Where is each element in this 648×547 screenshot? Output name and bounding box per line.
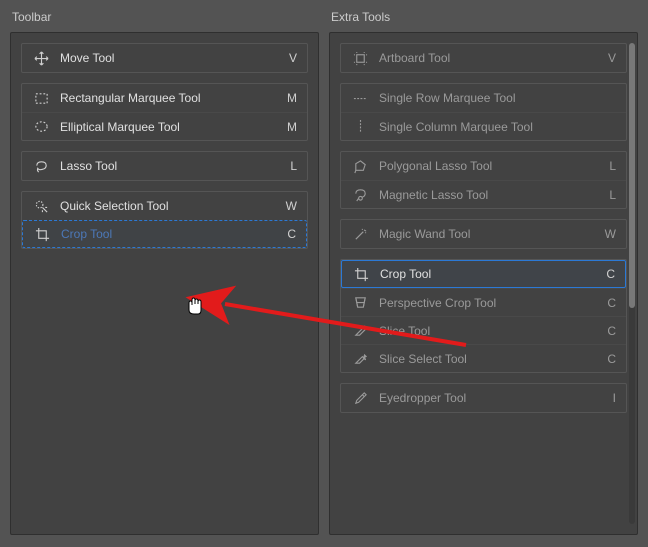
mag-lasso-icon — [351, 187, 369, 203]
tool-single-col[interactable]: Single Column Marquee Tool — [341, 112, 626, 140]
tool-lasso[interactable]: Lasso ToolL — [22, 152, 307, 180]
tool-group: Quick Selection ToolWCrop ToolC — [21, 191, 308, 249]
toolbar-column: Toolbar Move ToolV Rectangular Marquee To… — [10, 8, 319, 535]
tool-shortcut: C — [598, 324, 616, 338]
tool-label: Rectangular Marquee Tool — [60, 91, 279, 105]
tool-slice-select[interactable]: Slice Select ToolC — [341, 344, 626, 372]
tool-eyedropper[interactable]: Eyedropper ToolI — [341, 384, 626, 412]
artboard-icon — [351, 50, 369, 66]
slice-icon — [351, 323, 369, 339]
tool-ellipse-marquee[interactable]: Elliptical Marquee ToolM — [22, 112, 307, 140]
tool-shortcut: C — [598, 296, 616, 310]
tool-group: Crop ToolCPerspective Crop ToolCSlice To… — [340, 259, 627, 373]
tool-group: Lasso ToolL — [21, 151, 308, 181]
tool-move[interactable]: Move ToolV — [22, 44, 307, 72]
eyedropper-icon — [351, 390, 369, 406]
tool-mag-lasso[interactable]: Magnetic Lasso ToolL — [341, 180, 626, 208]
tool-shortcut: C — [598, 352, 616, 366]
tool-group: Move ToolV — [21, 43, 308, 73]
tool-label: Crop Tool — [380, 267, 597, 281]
tool-poly-lasso[interactable]: Polygonal Lasso ToolL — [341, 152, 626, 180]
lasso-icon — [32, 158, 50, 174]
tool-group: Artboard ToolV — [340, 43, 627, 73]
quick-select-icon — [32, 198, 50, 214]
tool-shortcut: V — [598, 51, 616, 65]
tool-group: Single Row Marquee Tool Single Column Mar… — [340, 83, 627, 141]
tool-rect-marquee[interactable]: Rectangular Marquee ToolM — [22, 84, 307, 112]
tool-slice[interactable]: Slice ToolC — [341, 316, 626, 344]
rect-marquee-icon — [32, 90, 50, 106]
extra-tools-panel[interactable]: Artboard ToolVSingle Row Marquee ToolSin… — [329, 32, 638, 535]
tool-label: Lasso Tool — [60, 159, 279, 173]
ellipse-marquee-icon — [32, 119, 50, 135]
tool-label: Eyedropper Tool — [379, 391, 598, 405]
toolbar-panel[interactable]: Move ToolVRectangular Marquee ToolMEllip… — [10, 32, 319, 535]
tool-group: Magic Wand ToolW — [340, 219, 627, 249]
tool-group: Polygonal Lasso ToolLMagnetic Lasso Tool… — [340, 151, 627, 209]
toolbar-header: Toolbar — [10, 8, 319, 32]
crop-icon — [33, 226, 51, 242]
tool-shortcut: C — [278, 227, 296, 241]
tool-group: Rectangular Marquee ToolMElliptical Marq… — [21, 83, 308, 141]
single-col-icon — [351, 119, 369, 135]
tool-label: Elliptical Marquee Tool — [60, 120, 279, 134]
persp-crop-icon — [351, 295, 369, 311]
tool-shortcut: L — [598, 159, 616, 173]
tool-label: Magic Wand Tool — [379, 227, 598, 241]
tool-shortcut: W — [279, 199, 297, 213]
tool-persp-crop[interactable]: Perspective Crop ToolC — [341, 288, 626, 316]
tool-crop[interactable]: Crop ToolC — [22, 220, 307, 248]
extra-tools-header: Extra Tools — [329, 8, 638, 32]
tool-quick-select[interactable]: Quick Selection ToolW — [22, 192, 307, 220]
tool-label: Crop Tool — [61, 227, 278, 241]
tool-single-row[interactable]: Single Row Marquee Tool — [341, 84, 626, 112]
scrollbar[interactable] — [629, 43, 635, 524]
slice-select-icon — [351, 351, 369, 367]
move-icon — [32, 50, 50, 66]
tool-group: Eyedropper ToolI — [340, 383, 627, 413]
tool-shortcut: C — [597, 267, 615, 281]
tool-label: Single Row Marquee Tool — [379, 91, 598, 105]
tool-label: Perspective Crop Tool — [379, 296, 598, 310]
tool-label: Quick Selection Tool — [60, 199, 279, 213]
wand-icon — [351, 226, 369, 242]
tool-shortcut: L — [598, 188, 616, 202]
tool-shortcut: I — [598, 391, 616, 405]
tool-label: Single Column Marquee Tool — [379, 120, 598, 134]
tool-label: Move Tool — [60, 51, 279, 65]
scrollbar-thumb[interactable] — [629, 43, 635, 308]
tool-label: Polygonal Lasso Tool — [379, 159, 598, 173]
tool-shortcut: W — [598, 227, 616, 241]
tool-label: Artboard Tool — [379, 51, 598, 65]
tool-shortcut: M — [279, 91, 297, 105]
tool-label: Magnetic Lasso Tool — [379, 188, 598, 202]
tool-label: Slice Tool — [379, 324, 598, 338]
tool-shortcut: V — [279, 51, 297, 65]
crop-icon — [352, 266, 370, 282]
tool-crop[interactable]: Crop ToolC — [341, 260, 626, 288]
extra-tools-column: Extra Tools Artboard ToolV Single Row Mar… — [329, 8, 638, 535]
tool-artboard[interactable]: Artboard ToolV — [341, 44, 626, 72]
tool-shortcut: M — [279, 120, 297, 134]
tool-shortcut: L — [279, 159, 297, 173]
poly-lasso-icon — [351, 158, 369, 174]
tool-wand[interactable]: Magic Wand ToolW — [341, 220, 626, 248]
single-row-icon — [351, 90, 369, 106]
tool-label: Slice Select Tool — [379, 352, 598, 366]
